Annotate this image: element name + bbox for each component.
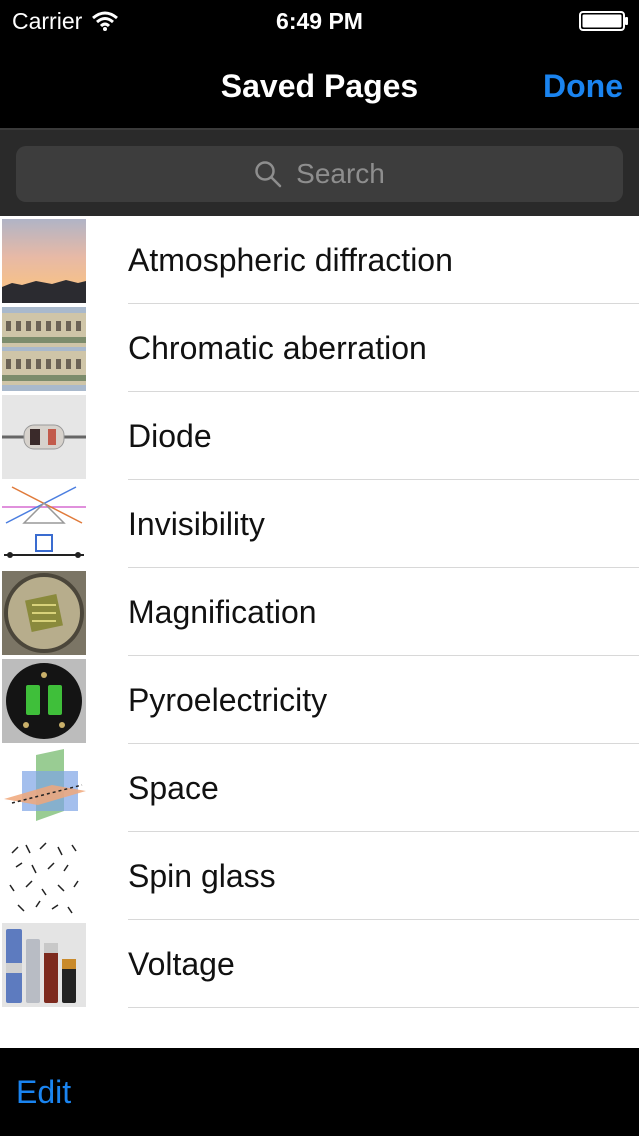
sunset-thumbnail bbox=[2, 219, 86, 303]
list-item-magnification[interactable]: Magnification bbox=[0, 568, 639, 656]
list-item-title: Pyroelectricity bbox=[128, 682, 328, 718]
list-item-title: Atmospheric diffraction bbox=[128, 242, 453, 278]
list-item-title: Voltage bbox=[128, 946, 235, 982]
list-item-title: Diode bbox=[128, 418, 212, 454]
search-input[interactable]: Search bbox=[16, 146, 623, 202]
list-item-atmospheric-diffraction[interactable]: Atmospheric diffraction bbox=[0, 216, 639, 304]
list-item-pyroelectricity[interactable]: Pyroelectricity bbox=[0, 656, 639, 744]
ray-diagram-thumbnail bbox=[2, 483, 86, 567]
search-placeholder: Search bbox=[296, 158, 385, 189]
saved-pages-list: Atmospheric diffraction Chromatic aberra… bbox=[0, 216, 639, 1048]
list-item-space[interactable]: Space bbox=[0, 744, 639, 832]
diode-thumbnail bbox=[2, 395, 86, 479]
battery-icon bbox=[579, 11, 628, 31]
status-time: 6:49 PM bbox=[276, 8, 363, 34]
batteries-thumbnail bbox=[2, 923, 86, 1007]
list-item-title: Spin glass bbox=[128, 858, 276, 894]
sensor-thumbnail bbox=[2, 659, 86, 743]
navigation-bar: Saved Pages Done bbox=[0, 42, 639, 128]
done-button[interactable]: Done bbox=[543, 68, 623, 104]
list-item-title: Magnification bbox=[128, 594, 317, 630]
bottom-toolbar: Edit bbox=[0, 1048, 639, 1136]
spin-arrows-thumbnail bbox=[2, 835, 86, 919]
search-bar: Search bbox=[0, 128, 639, 216]
list-item-title: Chromatic aberration bbox=[128, 330, 427, 366]
edit-button[interactable]: Edit bbox=[16, 1074, 71, 1110]
magnifier-thumbnail bbox=[2, 571, 86, 655]
list-item-title: Invisibility bbox=[128, 506, 265, 542]
search-icon bbox=[255, 161, 282, 188]
list-item-invisibility[interactable]: Invisibility bbox=[0, 480, 639, 568]
list-item-voltage[interactable]: Voltage bbox=[0, 920, 639, 1008]
building-thumbnail bbox=[2, 307, 86, 391]
status-bar: Carrier 6:49 PM bbox=[0, 0, 639, 42]
list-item-chromatic-aberration[interactable]: Chromatic aberration bbox=[0, 304, 639, 392]
planes-diagram-thumbnail bbox=[2, 747, 86, 831]
list-item-title: Space bbox=[128, 770, 219, 806]
list-item-spin-glass[interactable]: Spin glass bbox=[0, 832, 639, 920]
list-item-diode[interactable]: Diode bbox=[0, 392, 639, 480]
